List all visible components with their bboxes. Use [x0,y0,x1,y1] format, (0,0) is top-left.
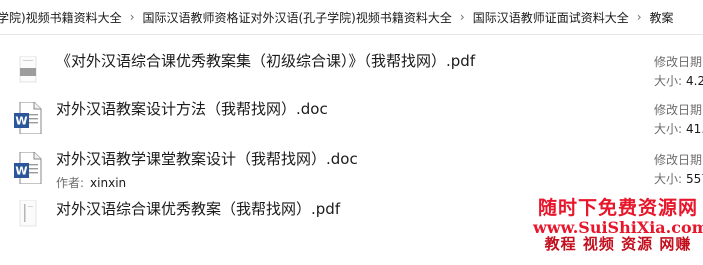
size-value: 4.2 [686,74,703,88]
watermark-logo: 随时下免费资源网 www.SuiShiXia.com 教程 视频 资源 网赚 [533,198,703,265]
file-item[interactable]: 《对外汉语综合课优秀教案集（初级综合课）》（我帮找网）.pdf 修改日期 大小:… [0,50,703,100]
word-doc-icon: W [14,151,42,185]
breadcrumb-item-current[interactable]: 教案 [646,9,678,26]
file-name[interactable]: 《对外汉语综合课优秀教案集（初级综合课）》（我帮找网）.pdf [56,50,475,71]
word-doc-icon: W [14,101,42,135]
watermark-tagline: 教程 视频 资源 网赚 [544,235,692,254]
svg-text:W: W [15,165,27,178]
author-value: xinxin [90,176,127,190]
watermark-url: www.SuiShiXia.com [533,217,703,237]
breadcrumb-item[interactable]: 国际汉语教师资格证对外汉语(孔子学院)视频书籍资料大全 [139,9,456,26]
breadcrumb-item[interactable]: 国际汉语教师证面试资料大全 [469,9,633,26]
pdf-thumbnail-icon [14,199,42,232]
breadcrumb: 学院)视频书籍资料大全 › 国际汉语教师资格证对外汉语(孔子学院)视频书籍资料大… [0,0,703,35]
size-value: 41. [686,122,703,136]
svg-text:W: W [15,115,27,128]
file-author: 作者: xinxin [56,174,126,191]
author-label: 作者: [56,176,85,190]
size-label: 大小: [654,172,683,186]
file-name[interactable]: 对外汉语教学课堂教案设计（我帮找网）.doc [56,148,358,169]
modified-date-label: 修改日期 [654,153,703,167]
file-name[interactable]: 对外汉语教案设计方法（我帮找网）.doc [56,98,328,119]
file-size: 大小: 4.2 [654,72,703,89]
breadcrumb-item[interactable]: 学院)视频书籍资料大全 [0,9,126,26]
file-item[interactable]: W 对外汉语教案设计方法（我帮找网）.doc 修改日期 大小:41. [0,98,703,148]
file-size: 大小:557 [654,170,703,187]
watermark-title: 随时下免费资源网 [537,197,698,219]
breadcrumb-separator-icon[interactable]: › [126,10,139,24]
file-item[interactable]: W 对外汉语教学课堂教案设计（我帮找网）.doc 作者: xinxin 修改日期 … [0,148,703,198]
file-size: 大小:41. [654,120,703,137]
pdf-thumbnail-icon [14,55,42,88]
modified-date-label: 修改日期 [654,103,703,117]
breadcrumb-separator-icon[interactable]: › [633,10,646,24]
size-value: 557 [686,172,703,186]
modified-date-label: 修改日期 [654,55,703,69]
size-label: 大小: [654,74,683,88]
breadcrumb-separator-icon[interactable]: › [456,10,469,24]
file-name[interactable]: 对外汉语综合课优秀教案（我帮找网）.pdf [56,198,340,219]
size-label: 大小: [654,122,683,136]
